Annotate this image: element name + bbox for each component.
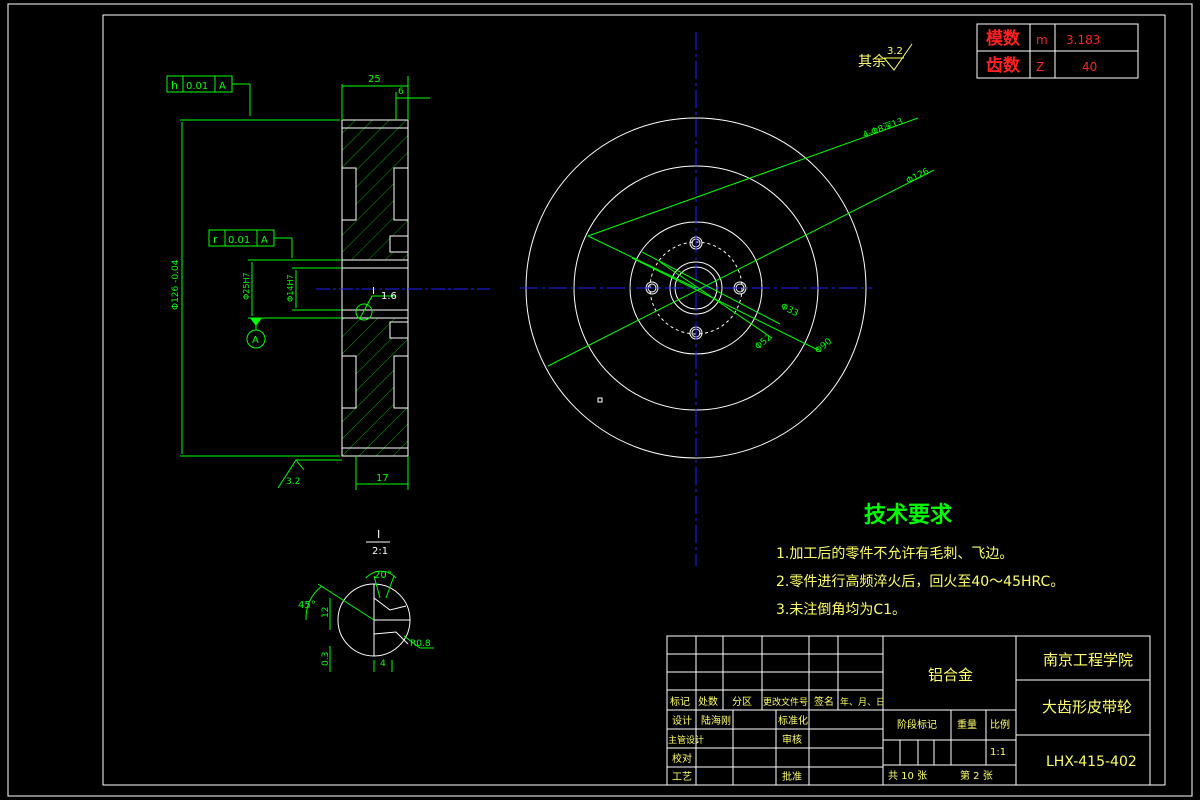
tb-h-designer: 陆海刚	[701, 714, 731, 727]
tb-sheet-no: 第 2 张	[960, 769, 993, 782]
tb-scale: 1:1	[990, 747, 1006, 758]
tb-h-sign: 签名	[814, 695, 834, 708]
tol-mid-value: 0.01	[228, 235, 250, 246]
tol-mid-symbol: r	[213, 233, 218, 246]
detail-callout-i: I	[372, 286, 375, 297]
surface-note-text: 其余	[858, 53, 886, 70]
tb-h-weight: 重量	[957, 718, 977, 731]
dim-bore-14: Φ14H7	[286, 274, 295, 302]
tb-drawing-no: LHX-415-402	[1046, 754, 1137, 770]
param-symbol-module: m	[1036, 33, 1048, 47]
detail-angle-20: 20°	[374, 570, 392, 581]
detail-dim-4: 4	[380, 659, 386, 669]
tb-h-check: 校对	[672, 752, 692, 765]
tb-h-process: 工艺	[672, 771, 692, 783]
tb-h-design: 设计	[672, 714, 692, 727]
tol-top-value: 0.01	[186, 81, 208, 92]
roughness-bore: 1.6	[381, 291, 397, 302]
param-value-module: 3.183	[1066, 33, 1100, 47]
tb-h-date: 年、月、日	[840, 696, 885, 708]
tb-h-standard: 标准化	[778, 714, 808, 727]
detail-dim-12: 12	[321, 607, 331, 618]
tb-h-zone: 分区	[732, 696, 752, 708]
datum-label: A	[252, 335, 259, 346]
tech-item-3: 3.未注倒角均为C1。	[776, 602, 906, 618]
dim-width-25: 25	[368, 74, 381, 85]
tb-h-mark: 标记	[670, 696, 690, 708]
roughness-bottom: 3.2	[286, 477, 300, 487]
tb-h-approve: 批准	[782, 770, 802, 783]
detail-angle-45: 45°	[298, 600, 316, 611]
tb-h-count: 处数	[698, 695, 718, 708]
dim-small-6: 6	[398, 87, 404, 97]
tb-h-ratio: 比例	[990, 718, 1010, 731]
tol-mid-datum: A	[261, 235, 268, 246]
detail-scale: 2:1	[372, 546, 388, 557]
detail-label: I	[377, 528, 380, 541]
tb-school: 南京工程学院	[1043, 651, 1133, 669]
tol-top-symbol: h	[171, 79, 178, 92]
param-value-teeth: 40	[1082, 60, 1097, 74]
param-label-teeth: 齿数	[986, 55, 1021, 76]
tb-h-change: 更改文件号	[763, 696, 808, 708]
tol-top-datum: A	[219, 81, 226, 92]
detail-radius: R0.8	[410, 639, 431, 649]
tech-item-1: 1.加工后的零件不允许有毛刺、飞边。	[776, 546, 1013, 562]
dim-dia-126: Φ126 -0.04	[171, 259, 181, 310]
detail-dim-03: 0.3	[321, 652, 331, 666]
surface-note-roughness: 3.2	[887, 46, 903, 57]
dim-bottom-17: 17	[376, 473, 389, 484]
tech-title: 技术要求	[864, 503, 952, 528]
tb-sheets-total: 共 10 张	[888, 770, 927, 782]
cad-drawing: 模数 m 3.183 齿数 Z 40 其余 3.2 h 0.01 A r 0.0…	[0, 0, 1200, 800]
param-symbol-teeth: Z	[1036, 60, 1044, 74]
tb-material: 铝合金	[928, 666, 973, 684]
tech-item-2: 2.零件进行高频淬火后，回火至40～45HRC。	[776, 573, 1064, 590]
tb-h-review: 审核	[782, 733, 802, 746]
tb-h-stage: 阶段标记	[897, 718, 937, 731]
tb-part-name: 大齿形皮带轮	[1042, 698, 1132, 716]
param-label-module: 模数	[986, 28, 1021, 49]
tb-h-chief: 主管设计	[668, 734, 704, 746]
dim-bore-25: Φ25H7	[242, 272, 251, 300]
